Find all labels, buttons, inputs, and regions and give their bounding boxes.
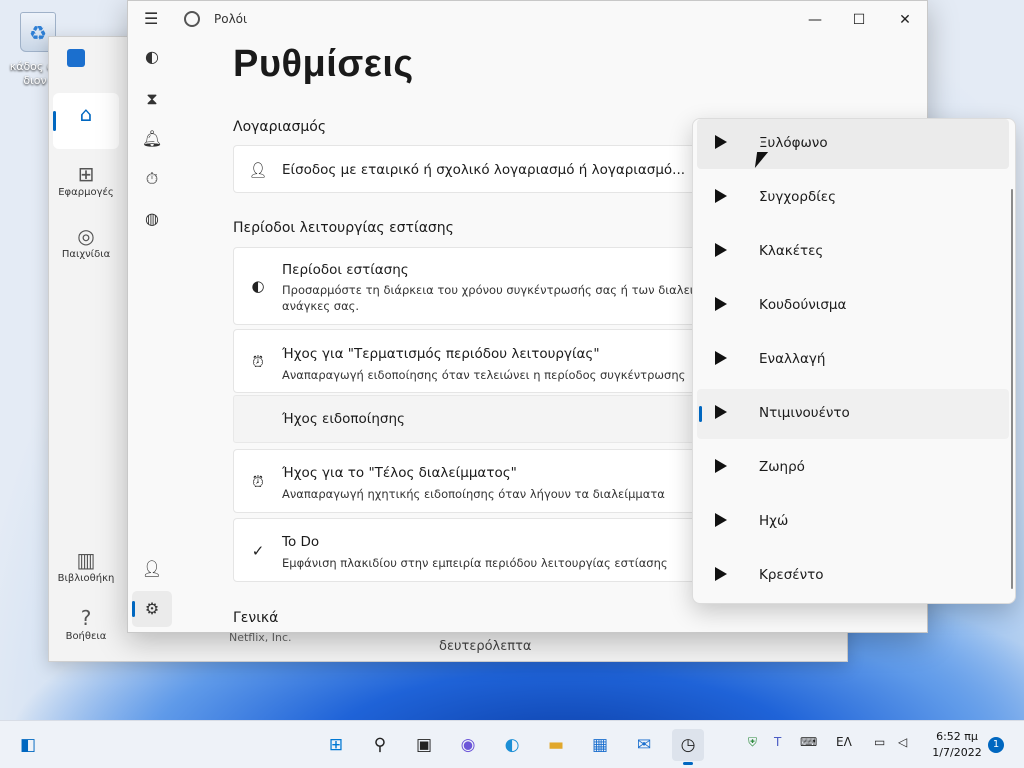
sound-option-diminuendo[interactable]: Ντιμινουέντο <box>697 389 1009 439</box>
focus-periods-desc-2: ανάγκες σας. <box>282 299 360 313</box>
play-icon[interactable] <box>715 513 727 527</box>
sound-option-label: Ηχώ <box>759 513 789 529</box>
timer-nav-icon[interactable]: ⧗ <box>132 81 172 117</box>
end-session-sound-title: Ήχος για "Τερματισμός περιόδου λειτουργί… <box>282 346 600 362</box>
sound-option-label: Εναλλαγή <box>759 351 826 367</box>
security-icon[interactable]: ⛨ <box>748 735 757 750</box>
recycle-bin-label-2: διον <box>23 74 47 87</box>
mouse-cursor-icon <box>754 152 769 168</box>
home-icon: ⌂ <box>79 102 93 126</box>
volume-icon[interactable]: ◁ <box>898 735 907 749</box>
sound-select-flyout[interactable]: Ξυλόφωνο Συγχορδίες Κλακέτες Κουδούνισμα… <box>692 118 1016 604</box>
stopwatch-nav-icon[interactable]: ⏱︎ <box>132 161 172 197</box>
sound-option-label: Κουδούνισμα <box>759 297 847 313</box>
search-icon[interactable]: ⚲ <box>364 729 396 761</box>
task-view-icon[interactable]: ▣ <box>408 729 440 761</box>
store-nav-help[interactable]: ? Βοήθεια <box>53 597 119 653</box>
world-clock-nav-icon[interactable]: ◍ <box>132 201 172 237</box>
file-explorer-icon[interactable]: ▬ <box>540 729 572 761</box>
page-title: Ρυθμίσεις <box>233 43 414 85</box>
edge-browser-icon[interactable]: ◐ <box>496 729 528 761</box>
sound-option-label: Ζωηρό <box>759 459 805 475</box>
taskbar-time: 6:52 πμ <box>936 730 978 743</box>
store-footer: Netflix, Inc. δευτερόλεπτα <box>159 631 839 663</box>
sound-option-label: Συγχορδίες <box>759 189 837 205</box>
sound-option-chords[interactable]: Συγχορδίες <box>697 173 1009 223</box>
play-icon[interactable] <box>715 189 727 203</box>
store-app-icon[interactable]: ▦ <box>584 729 616 761</box>
notification-badge[interactable]: 1 <box>988 737 1004 753</box>
widgets-icon[interactable]: ◧ <box>12 729 44 761</box>
store-logo-icon <box>67 49 85 67</box>
store-nav-help-label: Βοήθεια <box>65 631 107 642</box>
person-icon: 👤︎ <box>248 161 268 179</box>
taskbar-clock[interactable]: 6:52 πμ 1/7/2022 <box>926 729 988 761</box>
focus-section-header: Περίοδοι λειτουργίας εστίασης <box>233 220 454 236</box>
general-section-header: Γενικά <box>233 610 279 626</box>
taskbar-date: 1/7/2022 <box>932 746 982 759</box>
alarm-clock-icon-2: ⏰︎ <box>252 473 264 491</box>
chat-icon[interactable]: ◉ <box>452 729 484 761</box>
alarm-clock-icon: ⏰︎ <box>252 353 264 371</box>
notification-sound-label: Ήχος ειδοποίησης <box>282 411 405 427</box>
store-nav-library-label: Βιβλιοθήκη <box>57 573 115 584</box>
play-icon[interactable] <box>715 243 727 257</box>
play-icon[interactable] <box>715 135 727 149</box>
network-icon[interactable]: ▭ <box>874 735 885 749</box>
sound-option-label: Ντιμινουέντο <box>759 405 850 421</box>
end-session-sound-desc: Αναπαραγωγή ειδοποίησης όταν τελειώνει η… <box>282 368 686 382</box>
store-nav-apps[interactable]: ⊞ Εφαρμογές <box>53 153 119 209</box>
store-nav-games[interactable]: ◎ Παιχνίδια <box>53 215 119 271</box>
focus-sessions-nav-icon[interactable]: ◐ <box>132 39 172 75</box>
clock-app-icon <box>184 11 200 27</box>
break-end-sound-title: Ήχος για το "Τέλος διαλείμματος" <box>282 465 517 481</box>
alarm-nav-icon[interactable]: 🔔︎ <box>132 121 172 157</box>
store-footer-text: δευτερόλεπτα <box>439 639 532 654</box>
teams-icon[interactable]: T <box>774 735 781 749</box>
play-icon[interactable] <box>715 567 727 581</box>
sound-option-alternation[interactable]: Εναλλαγή <box>697 335 1009 385</box>
play-icon[interactable] <box>715 351 727 365</box>
account-nav-icon[interactable]: 👤︎ <box>132 551 172 587</box>
start-button-icon[interactable]: ⊞ <box>320 729 352 761</box>
sound-option-label: Ξυλόφωνο <box>759 135 828 151</box>
focus-icon: ◐ <box>251 277 265 295</box>
play-icon[interactable] <box>715 297 727 311</box>
todo-desc: Εμφάνιση πλακιδίου στην εμπειρία περιόδο… <box>282 556 668 570</box>
games-icon: ◎ <box>77 224 95 248</box>
store-nav-apps-label: Εφαρμογές <box>58 187 114 198</box>
account-section-header: Λογαριασμός <box>233 119 327 135</box>
sound-option-crescendo[interactable]: Κρεσέντο <box>697 551 1009 601</box>
store-nav-games-label: Παιχνίδια <box>61 249 111 260</box>
play-icon[interactable] <box>715 459 727 473</box>
sound-option-label: Κρεσέντο <box>759 567 824 583</box>
mail-icon[interactable]: ✉ <box>628 729 660 761</box>
clock-taskbar-icon[interactable]: ◷ <box>672 729 704 765</box>
play-icon[interactable] <box>715 405 727 419</box>
taskbar: ◧ ⊞ ⚲ ▣ ◉ ◐ ▬ ▦ ✉ ◷ ⛨ T ⌨ ΕΛ ▭ ◁ 6:52 πμ… <box>0 720 1024 768</box>
focus-periods-title: Περίοδοι εστίασης <box>282 262 409 278</box>
settings-nav-icon[interactable]: ⚙ <box>132 591 172 627</box>
sound-option-echo[interactable]: Ηχώ <box>697 497 1009 547</box>
store-nav-home[interactable]: ⌂ <box>53 93 119 149</box>
help-icon: ? <box>80 606 92 630</box>
todo-title: To Do <box>282 534 320 550</box>
language-indicator[interactable]: ΕΛ <box>836 735 852 749</box>
store-nav-library[interactable]: ▥ Βιβλιοθήκη <box>53 539 119 595</box>
focus-periods-desc: Προσαρμόστε τη διάρκεια του χρόνου συγκέ… <box>282 283 709 297</box>
sound-option-clapperboard[interactable]: Κλακέτες <box>697 227 1009 277</box>
break-end-sound-desc: Αναπαραγωγή ηχητικής ειδοποίησης όταν λή… <box>282 487 665 501</box>
todo-check-icon: ✓ <box>251 542 265 560</box>
nav-rail: ◐ ⧗ 🔔︎ ⏱︎ ◍ 👤︎ ⚙ <box>128 37 176 632</box>
apps-icon: ⊞ <box>77 162 95 186</box>
flyout-scrollbar[interactable] <box>1011 189 1013 589</box>
hamburger-menu-icon[interactable]: ☰ <box>144 11 162 27</box>
sound-option-xylophone[interactable]: Ξυλόφωνο <box>697 119 1009 169</box>
library-icon: ▥ <box>76 548 96 572</box>
sound-option-label: Κλακέτες <box>759 243 824 259</box>
keyboard-icon[interactable]: ⌨ <box>800 735 817 749</box>
account-signin-text: Είσοδος με εταιρικό ή σχολικό λογαριασμό… <box>282 162 686 178</box>
sound-option-lively[interactable]: Ζωηρό <box>697 443 1009 493</box>
sound-option-ringing[interactable]: Κουδούνισμα <box>697 281 1009 331</box>
